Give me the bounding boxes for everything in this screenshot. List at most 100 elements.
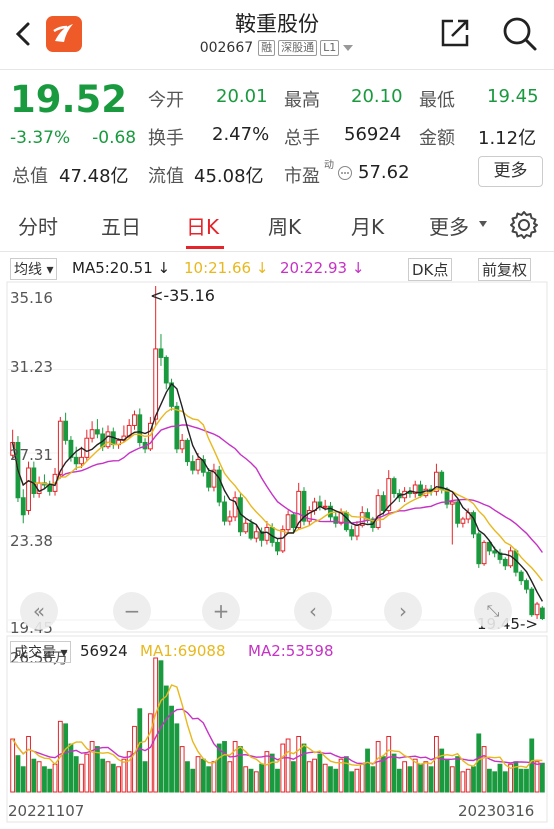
scroll-right-button[interactable]: ›: [384, 592, 422, 630]
volume-bar: [153, 657, 159, 793]
candle-body: [179, 439, 185, 450]
volume-bar: [285, 738, 291, 793]
volume-indicator-select[interactable]: 成交量 ▾: [10, 641, 72, 663]
volume-bar: [243, 766, 249, 793]
candle-body: [158, 348, 164, 358]
volume-bar: [296, 736, 302, 793]
zoom-in-button[interactable]: +: [202, 592, 240, 630]
candle-body: [190, 461, 196, 471]
indicator-select[interactable]: 均线 ▾: [10, 258, 58, 280]
adjust-button[interactable]: 前复权: [478, 258, 532, 281]
candle-body: [539, 607, 545, 620]
volume-bar: [423, 761, 429, 793]
volume-bar: [269, 753, 275, 793]
volume-bar: [375, 741, 381, 793]
low-label: 最低: [419, 90, 455, 111]
candle-body: [174, 405, 180, 450]
date-end: 20230316: [458, 802, 534, 820]
volume-bar: [42, 766, 47, 793]
mktcap-label: 总值: [12, 166, 48, 187]
tab-five-day[interactable]: 五日: [101, 211, 141, 240]
candle-body: [31, 467, 37, 495]
volume-bar: [359, 763, 365, 793]
volume-bar: [190, 768, 196, 793]
volume-bar: [116, 766, 121, 793]
volume-bar: [142, 761, 148, 793]
volume-bar: [47, 768, 53, 793]
candle-body: [343, 512, 349, 531]
candle-body: [163, 356, 169, 384]
volume-bar: [10, 738, 16, 793]
volume-bar: [465, 768, 471, 793]
volume-bar: [365, 748, 370, 793]
volume-bar: [529, 738, 535, 793]
candle-body: [216, 469, 222, 503]
volume-bar: [174, 723, 180, 793]
price-change: -3.37% -0.68: [10, 128, 136, 148]
tab-more[interactable]: 更多: [429, 211, 469, 240]
tab-monthly-k[interactable]: 月K: [351, 211, 384, 240]
volume-bar: [227, 761, 233, 793]
stock-code: 002667: [199, 40, 254, 56]
dropdown-triangle-icon[interactable]: [342, 43, 354, 53]
candle-body: [105, 431, 111, 448]
dk-point-button[interactable]: DK点: [408, 258, 453, 281]
volume-bar: [222, 741, 227, 793]
volume-bar: [322, 763, 328, 793]
open-label: 今开: [148, 90, 184, 111]
candle-body: [349, 529, 355, 537]
tab-intraday[interactable]: 分时: [18, 211, 58, 240]
volume-ma2: MA2:53598: [248, 642, 334, 660]
date-start: 20221107: [8, 802, 84, 820]
volume-bar: [492, 771, 498, 793]
search-icon[interactable]: [500, 14, 538, 52]
volume-bar: [497, 763, 503, 793]
zoom-out-button[interactable]: −: [113, 592, 151, 630]
more-button[interactable]: 更多: [478, 156, 543, 187]
volume-bar: [328, 766, 333, 793]
turnover-value: 2.47%: [212, 124, 270, 145]
volume-bar: [248, 768, 254, 793]
volume-bar: [15, 755, 21, 793]
volume-label: 总手: [284, 128, 320, 149]
settings-gear-icon[interactable]: [509, 210, 539, 240]
volume-bar: [100, 758, 106, 793]
fullscreen-icon[interactable]: ⤡: [474, 592, 512, 630]
tag-level: L1: [320, 40, 340, 56]
volume-bar: [434, 736, 439, 793]
mktcap-value: 47.48亿: [59, 166, 129, 187]
volume-bar: [179, 746, 185, 793]
high-value: 20.10: [351, 86, 403, 107]
kline-chart[interactable]: 35.16 31.23 27.31 23.38 19.45 <-35.16 19…: [0, 280, 554, 829]
volume-bar: [455, 756, 461, 793]
price-axis-label-3: 23.38: [10, 532, 53, 550]
volume-bar: [238, 746, 243, 793]
volume-bar: [370, 766, 376, 793]
candle-body: [375, 495, 381, 529]
ma5-line: [11, 382, 544, 602]
candle-body: [481, 541, 487, 565]
candle-body: [79, 456, 84, 465]
candle-body: [476, 533, 482, 565]
volume-bar: [211, 761, 217, 793]
volume-bar: [200, 758, 206, 793]
indicator-select-label: 均线: [14, 262, 42, 278]
volume-ma1: MA1:69088: [140, 642, 226, 660]
candle-body: [248, 522, 254, 539]
volume-bar: [312, 758, 317, 793]
volume-indicator-label: 成交量: [14, 645, 56, 661]
volume-bar: [518, 768, 524, 793]
info-icon[interactable]: [337, 165, 353, 181]
candle-body: [73, 456, 79, 465]
share-icon[interactable]: [438, 16, 472, 50]
zoom-out-fast-button[interactable]: «: [20, 592, 58, 630]
low-value: 19.45: [487, 86, 539, 107]
tab-daily-k[interactable]: 日K: [186, 211, 219, 240]
volume-bar: [386, 736, 392, 793]
period-tabs: 分时 五日 日K 周K 月K 更多: [0, 196, 554, 252]
volume-bar: [52, 763, 58, 793]
ma20-line: [11, 424, 543, 553]
scroll-left-button[interactable]: ‹: [294, 592, 332, 630]
float-label: 流值: [148, 166, 184, 187]
tab-weekly-k[interactable]: 周K: [268, 211, 301, 240]
